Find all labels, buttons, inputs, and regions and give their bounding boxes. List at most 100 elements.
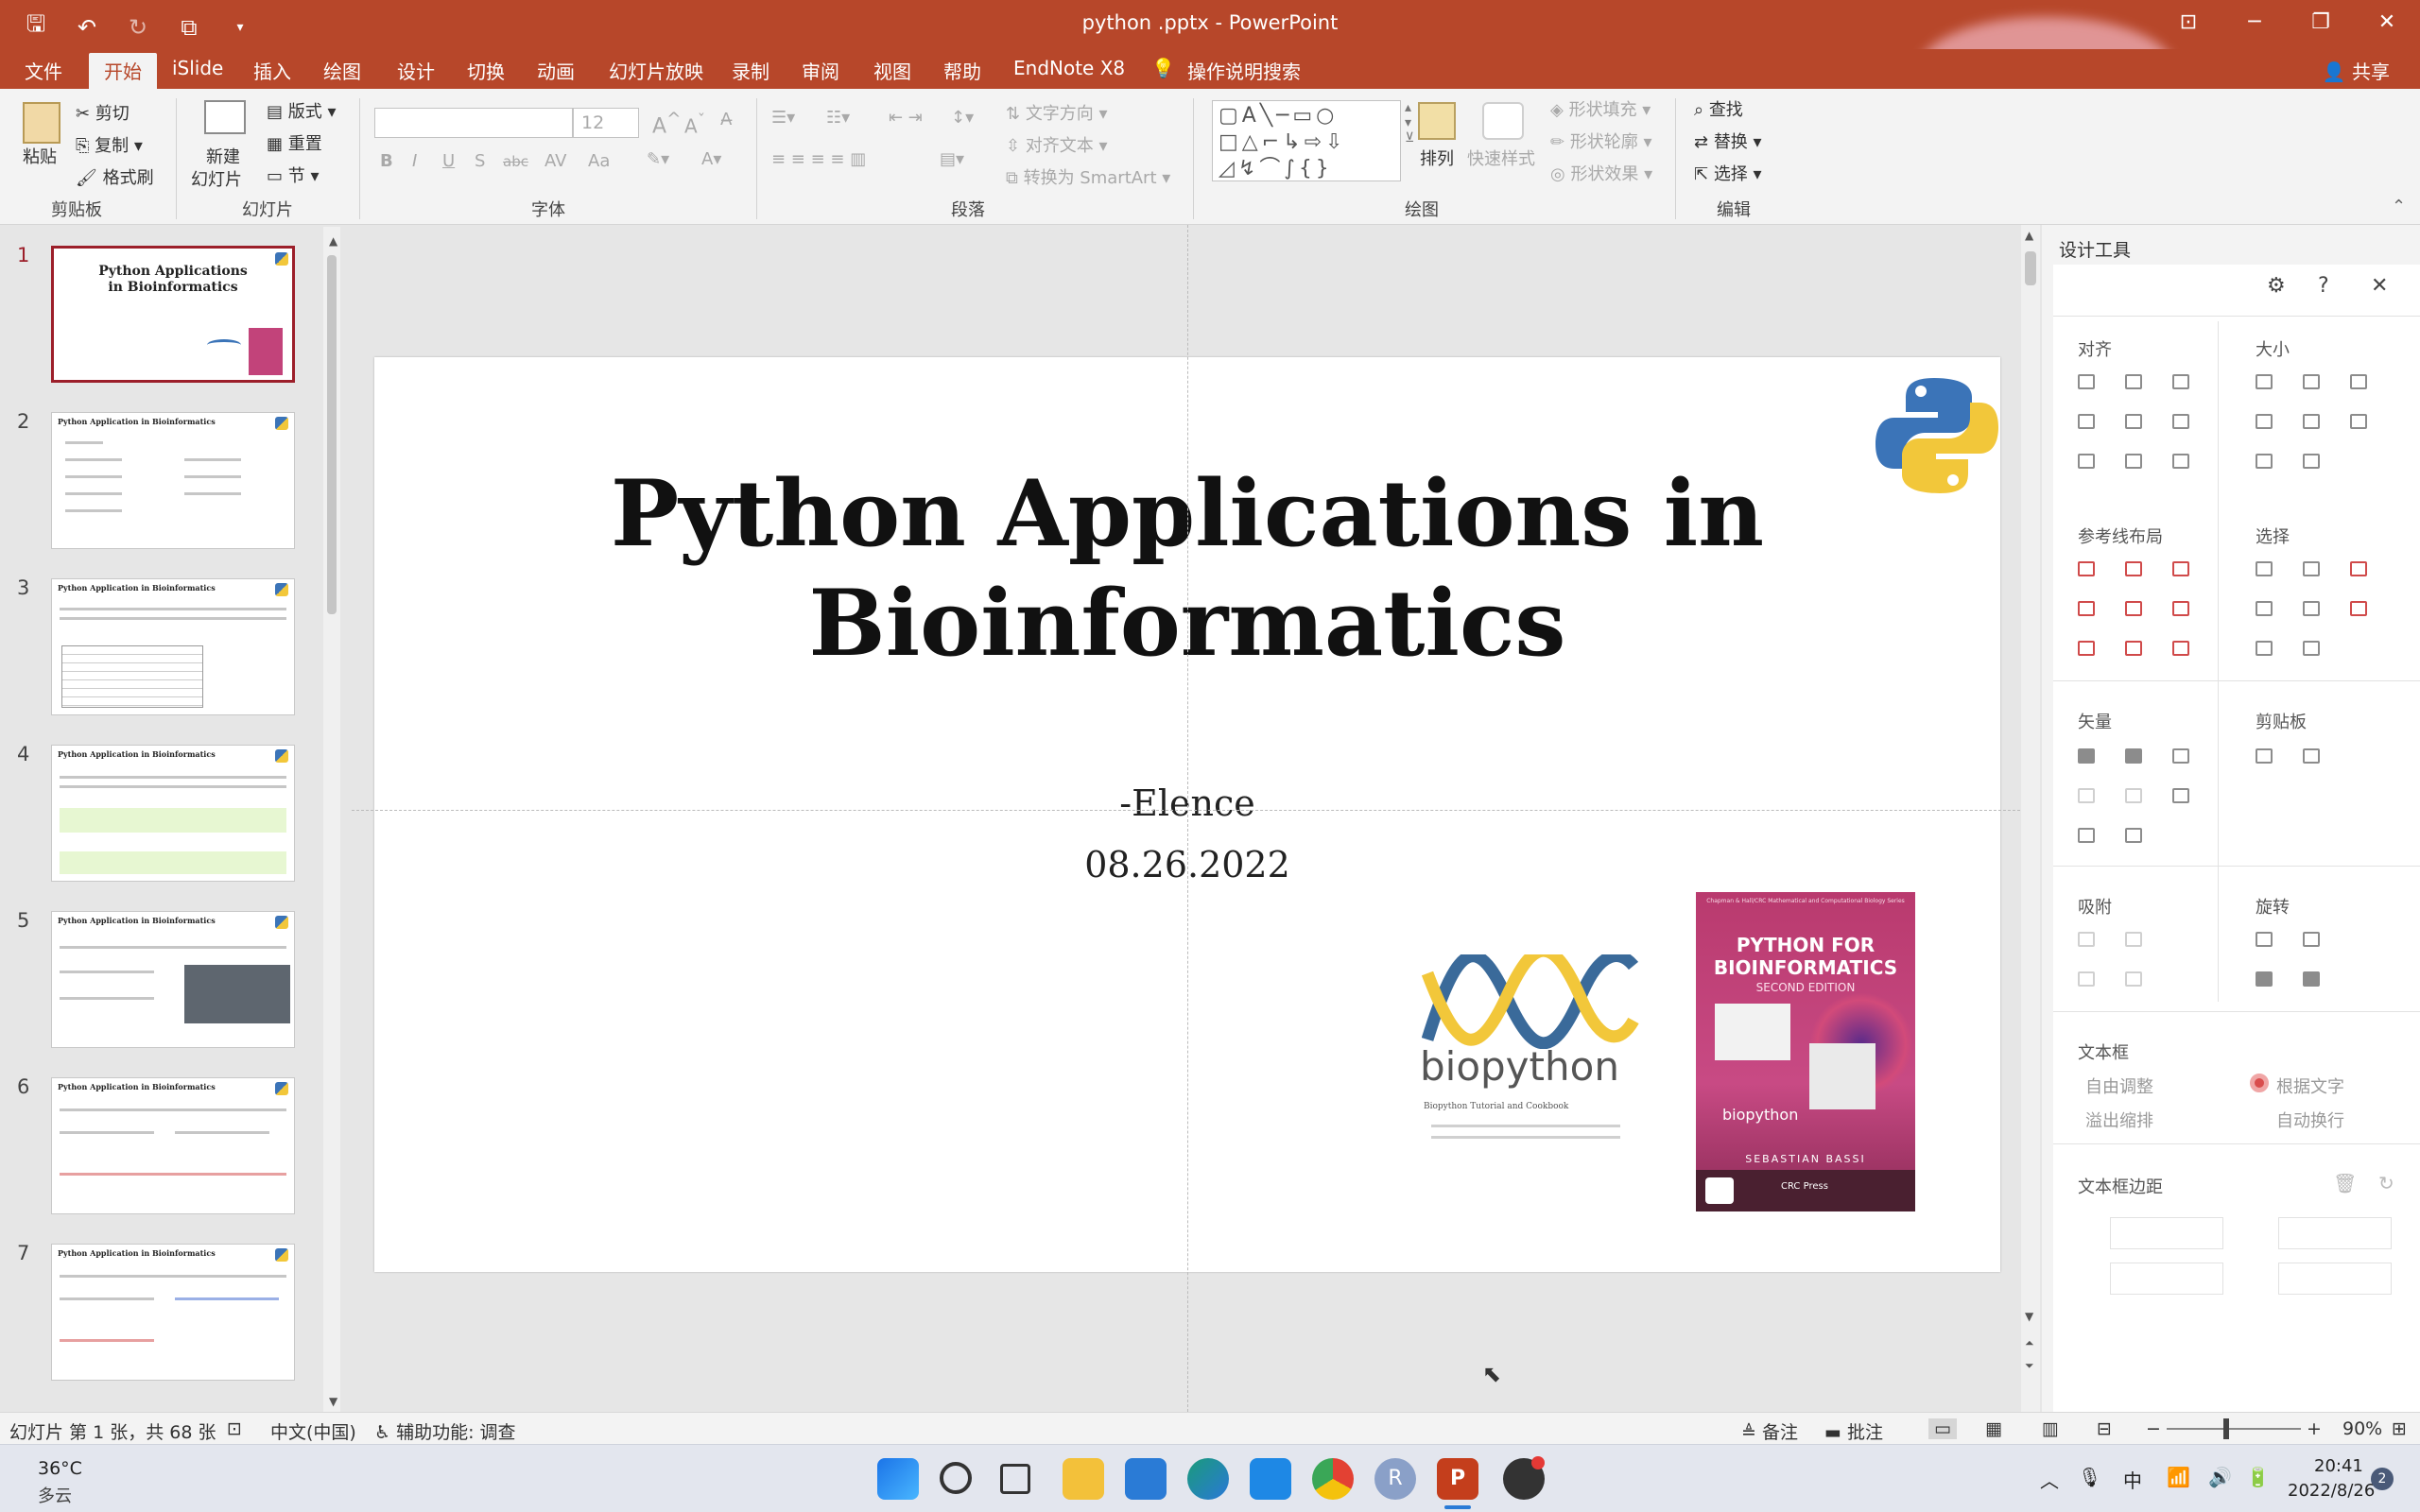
collapse-ribbon-icon[interactable]: ⌃ [2392,197,2406,216]
format-painter-button[interactable]: 🖌 格式刷 [76,164,154,189]
select-same-icon[interactable] [2303,561,2320,576]
extend-right-icon[interactable] [2303,414,2320,429]
new-slide-icon[interactable] [204,100,246,134]
margin-bottom-input[interactable] [2278,1263,2392,1295]
extend-up-icon[interactable] [2256,454,2273,469]
gallery-more-icon[interactable]: ▴ ▾ ⊻ [1405,100,1414,146]
shape-fill-button[interactable]: ◈ 形状填充 ▾ [1550,96,1651,121]
change-case-button[interactable]: Aa [588,151,610,171]
book-cover-image[interactable]: Chapman & Hall/CRC Mathematical and Comp… [1696,892,1915,1211]
line-spacing-icon[interactable]: ↕▾ [951,108,974,128]
flip-vertical-icon[interactable] [2256,971,2273,987]
tab-help[interactable]: 帮助 [943,57,981,84]
biopython-logo[interactable] [1422,954,1639,1049]
align-buttons-icon[interactable]: ≡ ≡ ≡ ≡ ▥ [771,149,866,169]
volume-icon[interactable]: 🔊 [2208,1466,2232,1488]
align-right-icon[interactable] [2172,374,2189,389]
union-icon[interactable] [2078,748,2095,764]
quick-styles-icon[interactable] [1482,102,1524,140]
scroll-up-icon[interactable]: ▲ [329,234,337,248]
guide-bottom-icon[interactable] [2172,601,2189,616]
reverse-icon[interactable] [2125,828,2142,843]
new-slide-button[interactable]: 新建 [206,144,240,168]
rotate-left-icon[interactable] [2256,932,2273,947]
underline-button[interactable]: U [442,151,455,171]
font-size-select[interactable]: 12 [573,108,639,138]
file-explorer-icon[interactable] [1063,1458,1104,1500]
slideshow-icon[interactable]: ⊟ [2097,1418,2112,1439]
guide-middle-icon[interactable] [2125,601,2142,616]
accessibility-status[interactable]: ♿ 辅助功能: 调查 [374,1418,516,1444]
tab-view[interactable]: 视图 [873,57,911,84]
task-view-icon[interactable] [1000,1464,1030,1494]
intersect-icon[interactable] [2078,788,2095,803]
snap-top-icon[interactable] [2078,971,2095,987]
columns-icon[interactable]: ▤▾ [940,149,964,169]
margin-top-input[interactable] [2110,1263,2223,1295]
slide-thumbnail-7[interactable]: Python Application in Bioinformatics [51,1244,295,1381]
arrange-icon[interactable] [1418,102,1456,140]
weather-temp[interactable]: 36°C [38,1458,82,1479]
maximize-icon[interactable]: ❐ [2288,0,2354,49]
paste-icon[interactable] [23,102,60,144]
snap-left-icon[interactable] [2078,932,2095,947]
select-row-icon[interactable] [2303,601,2320,616]
scroll-thumb[interactable] [327,255,337,614]
share-button[interactable]: 👤 共享 [2323,57,2390,84]
slide-thumbnail-6[interactable]: Python Application in Bioinformatics [51,1077,295,1214]
fit-to-window-icon[interactable]: ⊞ [2392,1418,2407,1439]
shape-effects-button[interactable]: ◎ 形状效果 ▾ [1550,161,1652,185]
guide-width-icon[interactable] [2078,641,2095,656]
guide-center-icon[interactable] [2125,561,2142,576]
zoom-slider[interactable] [2167,1428,2301,1430]
python-logo-icon[interactable] [1874,374,2000,497]
tab-review[interactable]: 审阅 [802,57,839,84]
combine-icon[interactable] [2125,748,2142,764]
radio-fit-text[interactable] [2250,1074,2269,1092]
margin-left-input[interactable] [2110,1217,2223,1249]
previous-slide-icon[interactable]: ⏶ [2025,1336,2034,1350]
trash-icon[interactable]: 🗑 [2333,1172,2357,1194]
char-spacing-button[interactable]: AV [544,151,566,171]
tab-slideshow[interactable]: 幻灯片放映 [609,57,703,84]
option-auto-wrap[interactable]: 自动换行 [2276,1108,2344,1132]
zoom-slider-thumb[interactable] [2223,1418,2229,1439]
grow-font-icon[interactable]: A^ [652,110,681,138]
align-text-button[interactable]: ⇳ 对齐文本 ▾ [1006,132,1108,157]
clock-time[interactable]: 20:41 [2314,1456,2363,1476]
language-status[interactable]: 中文(中国) [270,1418,356,1444]
app-icon[interactable] [1250,1458,1291,1500]
select-bottom-icon[interactable] [2256,641,2273,656]
shapes-gallery[interactable]: ▢A╲─▭○ □△⌐↳⇨⇩ ◿↯⌒∫{} [1212,100,1401,181]
align-slide-icon[interactable] [2172,454,2189,469]
font-name-select[interactable] [374,108,573,138]
settings-icon[interactable]: ⚙ [2267,274,2286,298]
slide-sorter-icon[interactable]: ▦ [1985,1418,2002,1439]
guide-right-icon[interactable] [2172,561,2189,576]
flip-horizontal-icon[interactable] [2303,971,2320,987]
slide-thumbnail-1[interactable]: Python Applications in Bioinformatics [51,246,295,383]
quick-styles-button[interactable]: 快速样式 [1467,146,1535,170]
same-size-icon[interactable] [2350,374,2367,389]
zoom-level[interactable]: 90% [2342,1418,2382,1439]
tab-design[interactable]: 设计 [397,57,435,84]
search-icon[interactable] [940,1462,972,1494]
battery-icon[interactable]: 🔋 [2246,1466,2270,1488]
same-width-icon[interactable] [2256,374,2273,389]
select-button[interactable]: ⇱ 选择 ▾ [1694,161,1762,185]
font-color-icon[interactable]: A▾ [701,149,721,169]
powerpoint-icon[interactable]: P [1437,1458,1478,1500]
shrink-font-icon[interactable]: Aˇ [684,112,705,138]
paste-style-icon[interactable] [2303,748,2320,764]
tray-expand-icon[interactable]: ︿ [2040,1466,2059,1493]
guide-top-icon[interactable] [2078,601,2095,616]
notes-button[interactable]: ≜ 备注 [1741,1418,1798,1444]
snap-bottom-icon[interactable] [2125,971,2142,987]
ime-indicator[interactable]: 中 [2123,1466,2142,1493]
strikethrough-button[interactable]: abc [503,153,528,170]
wifi-icon[interactable]: 📶 [2167,1466,2190,1488]
microphone-icon[interactable]: 🎙 [2078,1466,2101,1488]
guide-fill-icon[interactable] [2172,641,2189,656]
ribbon-display-icon[interactable]: ⊡ [2155,0,2221,49]
select-top-icon[interactable] [2256,601,2273,616]
